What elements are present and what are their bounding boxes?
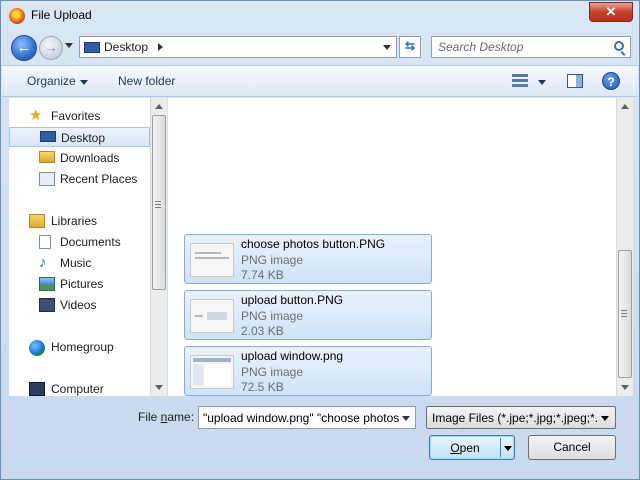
sidebar-item-label: Desktop [61,131,106,145]
organize-dropdown-icon[interactable] [80,80,88,85]
sidebar-item-documents[interactable]: Documents [9,232,150,252]
file-size: 72.5 KB [241,380,284,394]
forward-button[interactable]: → [39,36,63,60]
navigation-pane: ★ Favorites Desktop Downloads Recent Pla… [9,98,166,396]
desktop-icon [40,131,56,142]
breadcrumb-chevron-icon[interactable] [158,43,163,51]
back-button[interactable]: ← [11,35,37,61]
sidebar-item-label: Downloads [60,151,120,165]
sidebar-item-label: Computer [51,382,104,396]
file-item[interactable]: choose photos button.PNG PNG image 7.74 … [184,234,432,284]
file-upload-dialog: File Upload ✕ ← → Desktop ⇆ Organize New… [0,0,640,480]
file-thumbnail [190,355,234,389]
file-name-combobox[interactable] [198,406,416,429]
file-type: PNG image [241,253,304,267]
refresh-button[interactable]: ⇆ [399,36,421,58]
file-list: choose photos button.PNG PNG image 7.74 … [168,98,616,396]
preview-pane-icon[interactable] [567,74,583,88]
homegroup-icon [29,340,45,356]
sidebar-item-pictures[interactable]: Pictures [9,274,150,294]
scroll-down-arrow-icon[interactable] [155,385,163,390]
change-view-icon[interactable] [512,73,528,89]
sidebar-item-computer[interactable]: Computer [9,379,150,399]
search-input[interactable] [432,37,608,57]
star-icon: ★ [29,107,43,124]
close-button[interactable]: ✕ [589,2,633,22]
window-title: File Upload [31,8,92,22]
videos-icon [39,298,55,312]
open-options-dropdown-icon[interactable] [504,446,512,451]
cancel-button[interactable]: Cancel [528,435,616,460]
file-name-label: File name: [138,410,195,424]
pictures-icon [39,277,55,291]
address-breadcrumb[interactable]: Desktop [104,40,148,54]
sidebar-item-label: Music [60,256,92,270]
file-size: 7.74 KB [241,268,284,282]
navigation-row: ← → Desktop ⇆ [1,31,639,63]
firefox-icon [9,8,25,24]
open-button-divider [500,438,501,457]
help-icon[interactable]: ? [602,72,620,90]
filter-dropdown-icon[interactable] [601,416,609,421]
file-type-filter-value: Image Files (*.jpe;*.jpg;*.jpeg;*. [432,411,598,425]
sidebar-item-libraries[interactable]: Libraries [9,211,150,231]
documents-icon [39,235,51,249]
file-thumbnail [190,243,234,277]
file-size: 2.03 KB [241,324,284,338]
file-name: upload window.png [241,349,344,363]
sidebar-item-label: Recent Places [60,172,138,186]
file-name-dropdown-icon[interactable] [402,416,410,421]
file-type: PNG image [241,309,304,323]
sidebar-item-label: Videos [60,298,97,312]
file-name: choose photos button.PNG [241,237,386,251]
sidebar-item-label: Pictures [60,277,104,291]
address-bar[interactable]: Desktop [79,36,397,58]
sidebar-item-favorites[interactable]: ★ Favorites [9,106,150,126]
open-button[interactable]: Open [429,435,515,460]
sidebar-item-label: Homegroup [51,340,114,354]
sidebar-item-homegroup[interactable]: Homegroup [9,337,150,357]
organize-button[interactable]: Organize [27,74,76,88]
sidebar-item-label: Documents [60,235,121,249]
sidebar-item-desktop[interactable]: Desktop [9,127,150,147]
title-bar: File Upload ✕ [1,1,639,31]
file-name: upload button.PNG [241,293,344,307]
search-box[interactable] [431,36,631,58]
sidebar-item-label: Libraries [51,214,98,228]
sidebar-item-downloads[interactable]: Downloads [9,148,150,168]
music-note-icon: ♪ [39,254,47,271]
file-item[interactable]: upload button.PNG PNG image 2.03 KB [184,290,432,340]
scroll-down-arrow-icon[interactable] [621,385,629,390]
navigation-pane-scrollbar[interactable] [150,98,167,396]
downloads-folder-icon [39,151,55,163]
sidebar-item-music[interactable]: ♪ Music [9,253,150,273]
command-toolbar: Organize New folder ? [2,65,638,97]
sidebar-item-videos[interactable]: Videos [9,295,150,315]
computer-icon [29,382,45,396]
file-name-input[interactable] [199,407,399,428]
sidebar-item-recent-places[interactable]: Recent Places [9,169,150,189]
file-type-filter-select[interactable]: Image Files (*.jpe;*.jpg;*.jpeg;*. [426,406,616,429]
scroll-up-arrow-icon[interactable] [155,104,163,109]
view-options-dropdown-icon[interactable] [538,80,546,85]
new-folder-button[interactable]: New folder [118,74,175,88]
scrollbar-grip-icon [155,201,161,209]
libraries-icon [29,214,45,228]
recent-locations-dropdown-icon[interactable] [65,43,73,48]
address-dropdown-icon[interactable] [383,45,391,50]
search-icon[interactable] [614,41,624,51]
file-list-scrollbar[interactable] [616,98,633,396]
open-button-label: Open [450,441,480,455]
file-type: PNG image [241,365,304,379]
file-thumbnail [190,299,234,333]
file-item[interactable]: upload window.png PNG image 72.5 KB [184,346,432,396]
sidebar-item-label: Favorites [51,109,101,123]
desktop-icon [84,42,100,53]
recent-places-icon [39,172,55,186]
scrollbar-grip-icon [621,310,627,318]
scroll-up-arrow-icon[interactable] [621,104,629,109]
